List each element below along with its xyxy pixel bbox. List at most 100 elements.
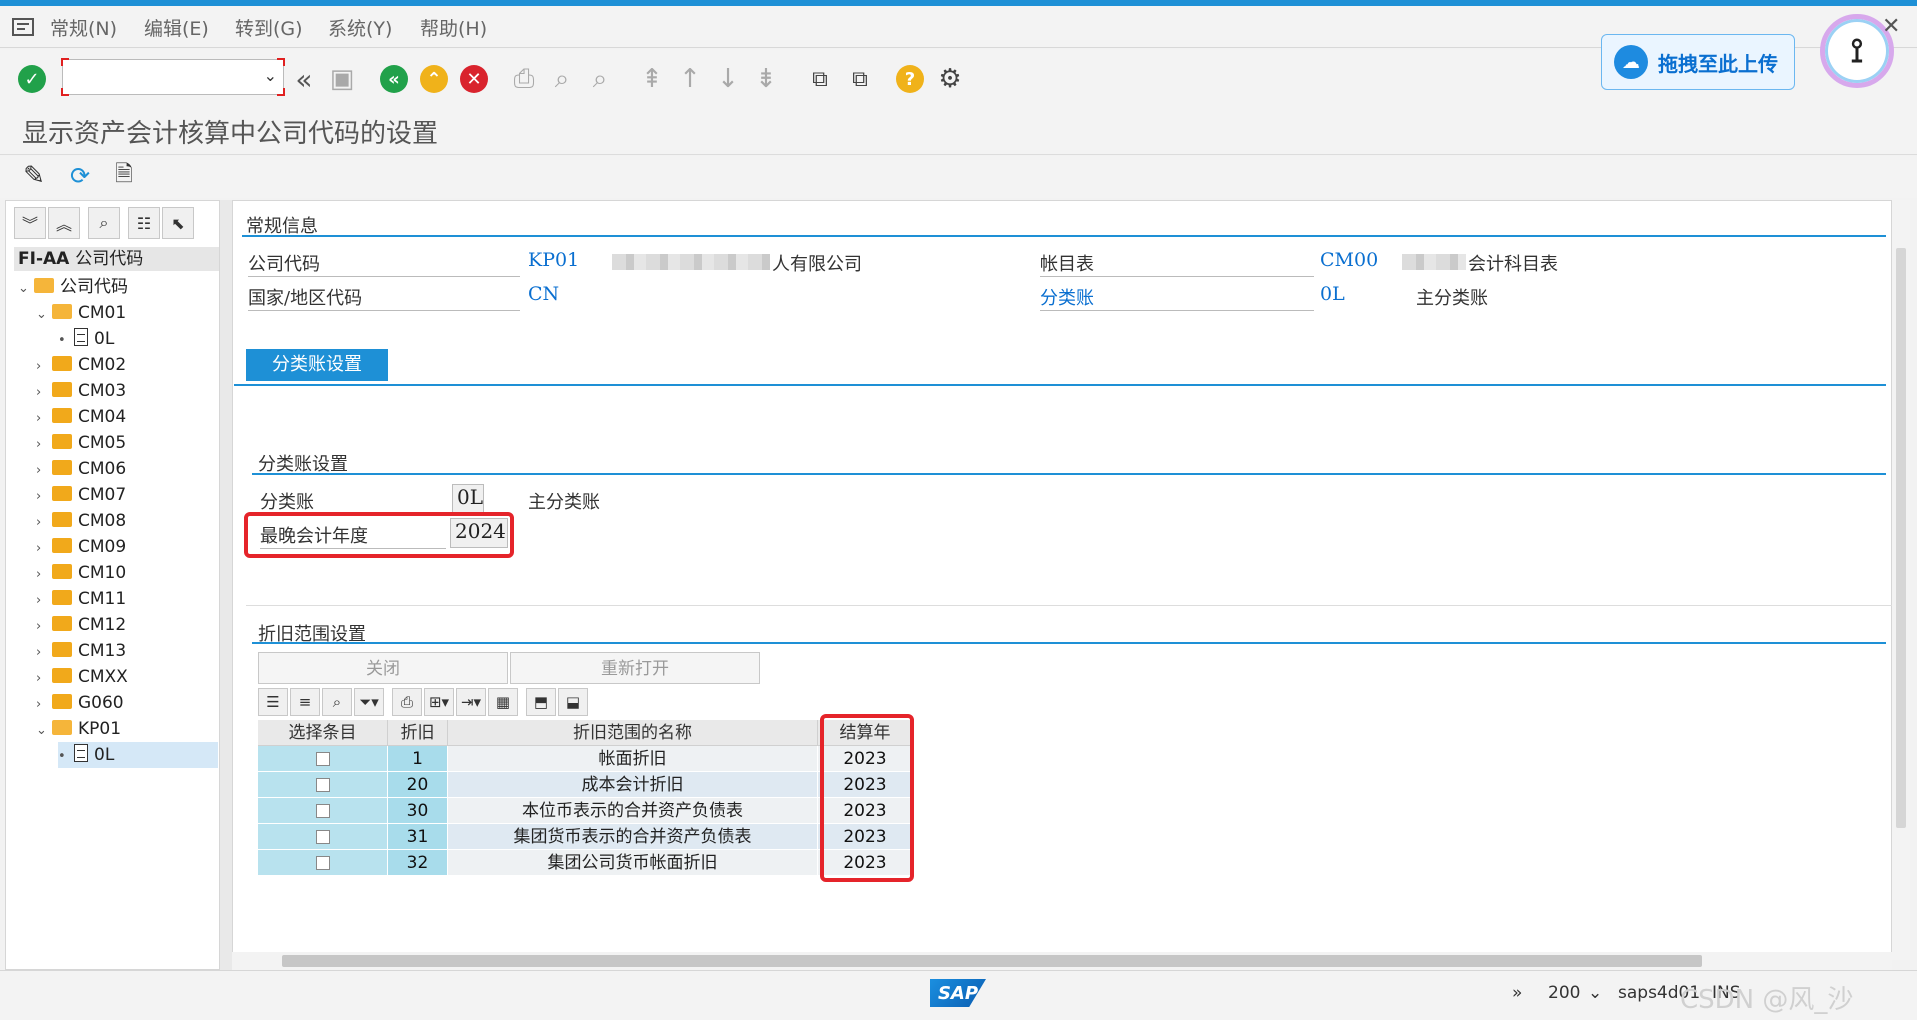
chevron-down-icon[interactable]: ⌄ <box>18 276 34 302</box>
row-select-cell[interactable] <box>258 798 388 824</box>
chevron-right-icon[interactable]: › <box>36 666 52 692</box>
save-layout-icon[interactable]: ⬓ <box>558 688 588 716</box>
menu-system[interactable]: 系统(Y) <box>328 14 392 41</box>
row-select-cell[interactable] <box>258 772 388 798</box>
shortcut-icon[interactable]: ⧉ <box>844 63 876 95</box>
chevron-right-icon[interactable]: › <box>36 484 52 510</box>
print-icon[interactable]: ⎙ <box>508 63 540 95</box>
collapse-command-icon[interactable]: « <box>288 63 320 96</box>
column-header-select[interactable]: 选择条目 <box>258 720 388 746</box>
checkbox[interactable] <box>315 752 330 766</box>
close-icon[interactable]: ✕ <box>1882 14 1900 39</box>
save-icon[interactable]: ▣ <box>326 63 358 95</box>
next-page-icon[interactable]: ↓ <box>712 63 744 95</box>
first-page-icon[interactable]: ⇞ <box>636 63 668 95</box>
reopen-button[interactable]: 重新打开 <box>510 652 760 684</box>
tree-node-cm09[interactable]: › CM09 <box>36 534 126 560</box>
exit-button[interactable]: ⌃ <box>418 63 450 95</box>
chevron-right-icon[interactable]: › <box>36 432 52 458</box>
horizontal-scrollbar[interactable] <box>232 952 1892 970</box>
last-page-icon[interactable]: ⇟ <box>750 63 782 95</box>
chevron-down-icon[interactable]: ⌄ <box>36 302 52 328</box>
table-row[interactable]: 20 成本会计折旧 2023 <box>258 772 913 798</box>
find-next-icon[interactable]: ⌕ <box>584 63 616 95</box>
select-layout-icon[interactable]: ⬒ <box>526 688 556 716</box>
previous-page-icon[interactable]: ↑ <box>674 63 706 95</box>
chevron-right-icon[interactable]: › <box>36 354 52 380</box>
menu-goto[interactable]: 转到(G) <box>235 14 303 41</box>
company-code-value[interactable]: KP01 <box>528 249 579 271</box>
details-icon[interactable]: ☰ <box>258 688 288 716</box>
column-header-area[interactable]: 折旧 <box>388 720 448 746</box>
chevron-down-icon[interactable]: ⌄ <box>36 718 52 744</box>
chevron-right-icon[interactable]: › <box>36 692 52 718</box>
print-icon[interactable]: ⎙ <box>392 688 422 716</box>
chevron-right-icon[interactable]: › <box>36 458 52 484</box>
checkbox[interactable] <box>315 778 330 792</box>
select-pointer-icon[interactable]: ⬉ <box>162 207 194 239</box>
table-row[interactable]: 1 帐面折旧 2023 <box>258 746 913 772</box>
chevron-right-icon[interactable]: › <box>36 510 52 536</box>
find-icon[interactable]: ⌕ <box>88 207 120 239</box>
views-icon[interactable]: ⊞▾ <box>424 688 454 716</box>
find-icon[interactable]: ⌕ <box>546 63 578 95</box>
chevron-right-icon[interactable]: › <box>36 536 52 562</box>
menu-edit[interactable]: 编辑(E) <box>144 14 209 41</box>
tree-node-cm10[interactable]: › CM10 <box>36 560 126 586</box>
checkbox[interactable] <box>315 856 330 870</box>
tree-node-cm03[interactable]: › CM03 <box>36 378 126 404</box>
expand-status-icon[interactable]: » <box>1512 983 1522 1003</box>
new-session-icon[interactable]: ⧉ <box>804 63 836 95</box>
edit-pencil-icon[interactable]: ✎ <box>18 160 50 192</box>
chevron-right-icon[interactable]: › <box>36 380 52 406</box>
table-row[interactable]: 31 集团货币表示的合并资产负债表 2023 <box>258 824 913 850</box>
export-icon[interactable]: ⇥▾ <box>456 688 486 716</box>
menu-normal[interactable]: 常规(N) <box>50 14 117 41</box>
vertical-scrollbar[interactable] <box>1892 200 1910 960</box>
menu-help[interactable]: 帮助(H) <box>420 14 487 41</box>
back-button[interactable]: « <box>378 63 410 95</box>
tree-node-g060[interactable]: › G060 <box>36 690 124 716</box>
column-header-name[interactable]: 折旧范围的名称 <box>448 720 818 746</box>
row-select-cell[interactable] <box>258 824 388 850</box>
tree-leaf-kp01-0l[interactable]: • 0L <box>58 742 218 768</box>
tree-node-cm05[interactable]: › CM05 <box>36 430 126 456</box>
upload-drop-button[interactable]: ☁ 拖拽至此上传 <box>1601 34 1795 90</box>
tree-root-node[interactable]: ⌄ 公司代码 <box>18 274 128 300</box>
cancel-button[interactable]: ✕ <box>458 63 490 95</box>
tree-node-kp01[interactable]: ⌄ KP01 <box>36 716 121 742</box>
tree-node-cm02[interactable]: › CM02 <box>36 352 126 378</box>
tree-node-cm06[interactable]: › CM06 <box>36 456 126 482</box>
scrollbar-thumb[interactable] <box>282 955 1702 967</box>
display-document-icon[interactable]: 🗎 <box>108 160 140 192</box>
close-button[interactable]: 关闭 <box>258 652 508 684</box>
chevron-right-icon[interactable]: › <box>36 406 52 432</box>
tree-node-cm07[interactable]: › CM07 <box>36 482 126 508</box>
ledger-value[interactable]: 0L <box>1320 283 1345 305</box>
tree-leaf-cm01-0l[interactable]: • 0L <box>58 326 114 352</box>
chart-of-accounts-value[interactable]: CM00 <box>1320 249 1378 271</box>
tree-node-cm01[interactable]: ⌄ CM01 <box>36 300 126 326</box>
tree-structure-icon[interactable]: ☷ <box>128 207 160 239</box>
row-select-cell[interactable] <box>258 746 388 772</box>
scrollbar-thumb[interactable] <box>1896 248 1906 828</box>
help-button[interactable]: ? <box>894 63 926 95</box>
ledger-label[interactable]: 分类账 <box>1040 284 1314 311</box>
sort-icon[interactable]: ≡ <box>290 688 320 716</box>
chevron-right-icon[interactable]: › <box>36 562 52 588</box>
collapse-all-icon[interactable]: ︽ <box>48 207 80 239</box>
checkbox[interactable] <box>315 830 330 844</box>
row-select-cell[interactable] <box>258 850 388 876</box>
panel-splitter[interactable] <box>220 200 232 970</box>
refresh-icon[interactable]: ⟳ <box>64 160 96 192</box>
chevron-right-icon[interactable]: › <box>36 640 52 666</box>
tree-node-cm04[interactable]: › CM04 <box>36 404 126 430</box>
find-icon[interactable]: ⌕ <box>322 688 352 716</box>
tree-node-cm12[interactable]: › CM12 <box>36 612 126 638</box>
tree-node-cm08[interactable]: › CM08 <box>36 508 126 534</box>
country-value[interactable]: CN <box>528 283 559 305</box>
client-value[interactable]: 200 <box>1548 983 1580 1003</box>
command-field[interactable]: ⌄ <box>61 58 285 96</box>
tab-ledger-settings[interactable]: 分类账设置 <box>246 349 388 381</box>
chevron-right-icon[interactable]: › <box>36 614 52 640</box>
